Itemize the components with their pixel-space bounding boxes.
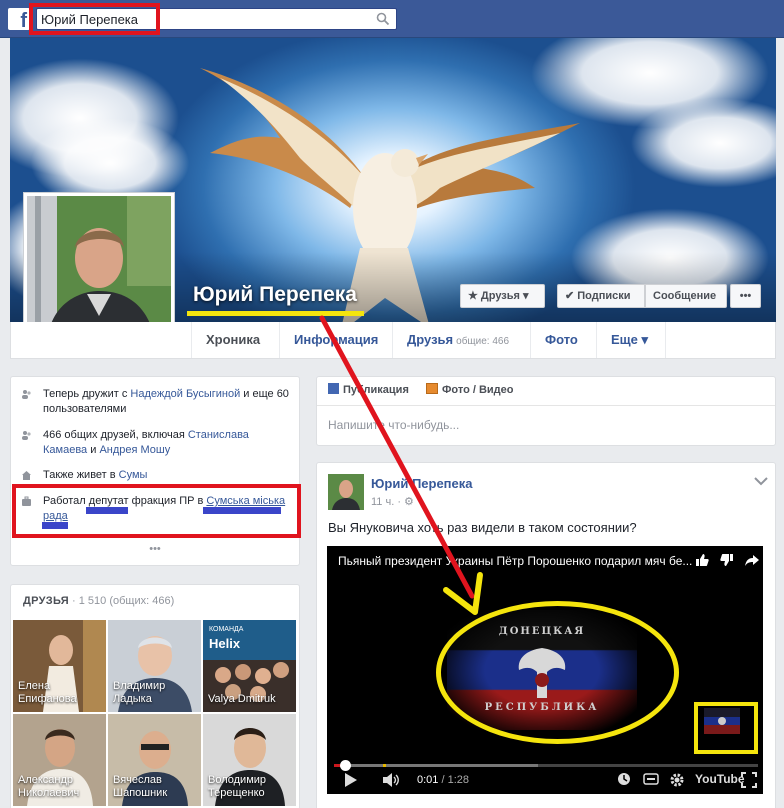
post-author-avatar[interactable] (328, 474, 364, 510)
more-dots[interactable]: ••• (11, 543, 299, 555)
facebook-logo-icon[interactable]: f (8, 8, 30, 30)
friend-first-name: Александр (18, 774, 74, 786)
thumbs-up-icon[interactable] (695, 553, 709, 567)
friends-title: ДРУЗЬЯ (23, 595, 69, 607)
fullscreen-icon[interactable] (741, 772, 757, 788)
blue-annotation-mark (203, 507, 281, 514)
share-icon[interactable] (745, 553, 759, 567)
intro-row2-prefix: 466 общих друзей, включая (43, 429, 188, 441)
tab-friends-mutual-count: общие: 466 (456, 336, 510, 347)
home-icon (22, 471, 31, 480)
blue-annotation-mark (42, 522, 68, 529)
video-title[interactable]: Пьяный президент Украины Пётр Порошенко … (338, 554, 693, 568)
friend-tile[interactable]: Александр Николаевич (13, 714, 106, 806)
timeline-navigation: Хроника Информация Друзья общие: 466 Фото… (10, 322, 776, 359)
yellow-annotation-underline (187, 311, 364, 316)
tab-friends-label: Друзья (407, 332, 454, 347)
helix-banner-label: КОМАНДА (209, 626, 244, 633)
friend-link-andrey[interactable]: Андрея Мошу (99, 444, 170, 456)
friend-first-name: Владимир (113, 680, 166, 692)
tab-post-label: Публикация (343, 384, 409, 396)
tab-timeline[interactable]: Хроника (191, 322, 275, 358)
friend-last-name: Епифанова (18, 693, 77, 705)
friend-tile[interactable]: Вячеслав Шапошник (108, 714, 201, 806)
friend-first-name: Вячеслав (113, 774, 162, 786)
more-options-button[interactable]: ••• (730, 284, 761, 308)
friend-first-name: Володимир (208, 774, 267, 786)
youtube-logo-icon[interactable]: YouTube (695, 772, 745, 786)
friend-tile[interactable]: Елена Епифанова (13, 620, 106, 712)
chevron-down-icon[interactable] (754, 476, 768, 486)
gear-icon[interactable] (669, 772, 685, 788)
tab-photos[interactable]: Фото (530, 322, 595, 358)
red-annotation-box-search (29, 3, 160, 35)
video-scrubber-handle[interactable] (340, 760, 351, 771)
thumbs-down-icon[interactable] (720, 553, 734, 567)
friend-tile[interactable]: Владимир Ладыка (108, 620, 201, 712)
intro-row2-mid: и (87, 444, 100, 456)
people-icon (22, 431, 31, 440)
post-text: Вы Януковича хоть раз видели в таком сос… (328, 520, 637, 535)
friend-last-name: Терещенко (208, 787, 265, 799)
subscribe-button[interactable]: ✔ Подписки (557, 284, 645, 308)
profile-photo (27, 196, 171, 340)
tab-photo-video-label: Фото / Видео (442, 384, 514, 396)
tab-info[interactable]: Информация (279, 322, 391, 358)
message-button[interactable]: Сообщение (645, 284, 727, 308)
photo-icon (426, 383, 438, 394)
video-time-total: / 1:28 (438, 774, 469, 786)
pencil-icon (328, 383, 339, 394)
watch-later-icon[interactable] (617, 772, 631, 786)
tab-photo-video[interactable]: Фото / Видео (426, 383, 514, 396)
blue-annotation-mark (86, 507, 128, 514)
tab-friends[interactable]: Друзья общие: 466 (392, 322, 528, 358)
video-progress-bar[interactable] (334, 760, 758, 771)
search-icon[interactable] (376, 12, 390, 26)
volume-icon[interactable] (382, 772, 400, 788)
friend-tile[interactable]: Володимир Терещенко (203, 714, 296, 806)
friend-last-name: Шапошник (113, 787, 168, 799)
friend-link-nadezhda[interactable]: Надеждой Бусыгиной (130, 388, 240, 400)
composer-input[interactable]: Напишите что-нибудь... (328, 418, 459, 432)
play-icon[interactable] (344, 772, 358, 788)
friend-last-name: Ладыка (113, 693, 152, 705)
helix-banner: Helix (209, 636, 241, 651)
friends-button[interactable]: ★ Друзья ▾ (460, 284, 545, 308)
intro-row3-prefix: Также живет в (43, 469, 119, 481)
friend-last-name: Николаевич (18, 787, 80, 799)
video-time-current: 0:01 (417, 774, 439, 786)
profile-name[interactable]: Юрий Перепека (193, 283, 357, 307)
yellow-annotation-ellipse (436, 601, 679, 744)
city-link-sumy[interactable]: Сумы (119, 469, 148, 481)
tab-more[interactable]: Еще ▾ (596, 322, 666, 358)
people-icon (22, 390, 31, 399)
friends-header[interactable]: ДРУЗЬЯ · 1 510 (общих: 466) (23, 595, 174, 607)
video-time: 0:01 / 1:28 (417, 774, 469, 786)
friend-first-name: Елена (18, 680, 51, 692)
post-timestamp[interactable]: 11 ч. · ⚙ (371, 495, 414, 508)
friends-count: · 1 510 (общих: 466) (68, 595, 175, 607)
friend-last-name: Valya Dmitruk (208, 693, 276, 705)
video-ad-marker (383, 764, 386, 767)
friend-tile[interactable]: КОМАНДА Helix Valya Dmitruk (203, 620, 296, 712)
yellow-annotation-box (694, 702, 758, 754)
post-author-name[interactable]: Юрий Перепека (371, 476, 473, 491)
video-buffered (334, 764, 538, 767)
tab-post[interactable]: Публикация (328, 383, 409, 396)
captions-icon[interactable] (643, 772, 659, 786)
intro-row1-prefix: Теперь дружит с (43, 388, 131, 400)
